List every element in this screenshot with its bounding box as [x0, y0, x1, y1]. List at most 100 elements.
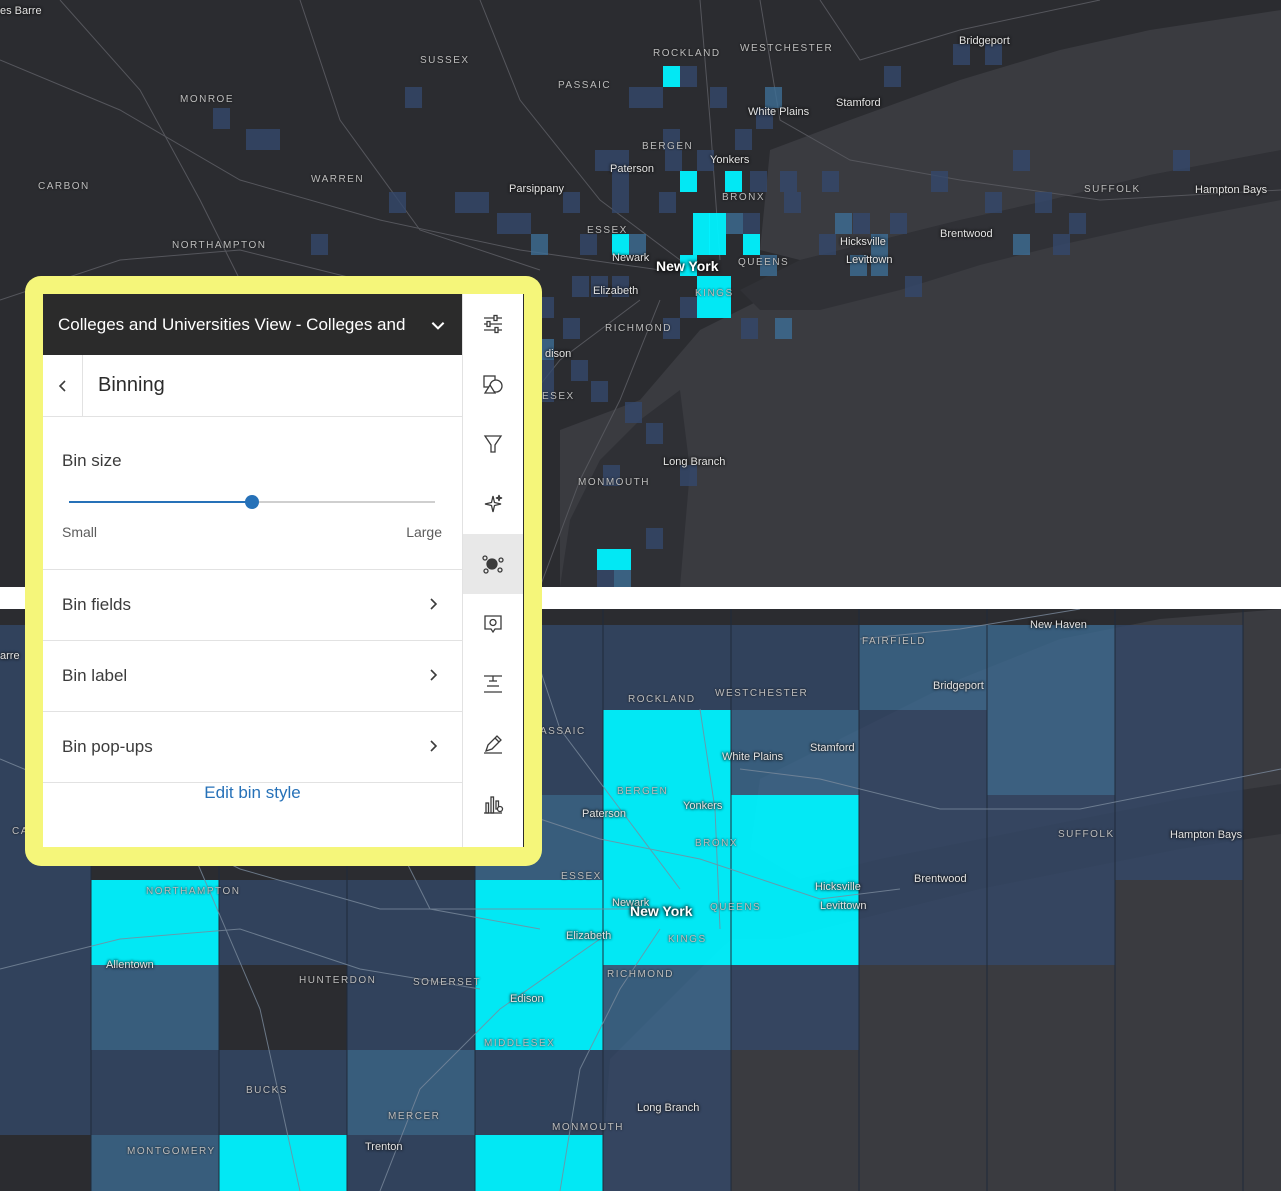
bin [663, 318, 680, 339]
panel-title: Binning [98, 374, 165, 396]
labels-icon [484, 675, 502, 693]
bin [741, 318, 758, 339]
layer-toolbar [462, 294, 524, 847]
bin [663, 66, 680, 87]
bin [603, 1050, 731, 1135]
bin-label-row[interactable]: Bin label [43, 641, 462, 712]
bin-size-slider[interactable] [69, 495, 435, 509]
bin [347, 1050, 475, 1135]
bin [731, 880, 859, 965]
bin [597, 570, 614, 587]
bin [680, 255, 697, 276]
bin [756, 108, 773, 129]
bin [714, 276, 731, 297]
bin [871, 255, 888, 276]
bin [1173, 150, 1190, 171]
bin [663, 129, 680, 150]
bin [603, 710, 731, 795]
bin [987, 710, 1115, 795]
edit-bin-style-link[interactable]: Edit bin style [43, 783, 462, 803]
bin [580, 234, 597, 255]
bin [859, 795, 987, 880]
road [59, 0, 261, 321]
bin [871, 234, 888, 255]
bin [985, 44, 1002, 65]
bin [775, 318, 792, 339]
bin [405, 87, 422, 108]
bin [697, 276, 714, 297]
bin [91, 1050, 219, 1135]
bin-popups-row[interactable]: Bin pop-ups [43, 712, 462, 783]
bin [1013, 150, 1030, 171]
back-button[interactable] [43, 355, 83, 416]
bin [1053, 234, 1070, 255]
chevron-right-icon [430, 669, 438, 681]
properties-button[interactable] [463, 294, 523, 354]
bin [731, 795, 859, 880]
bin [1115, 710, 1243, 795]
bin [347, 1135, 475, 1191]
bin-label-label: Bin label [62, 666, 128, 685]
bin [472, 192, 489, 213]
bin-fields-label: Bin fields [62, 595, 131, 614]
bin [680, 171, 697, 192]
popups-button[interactable] [463, 594, 523, 654]
bin [612, 234, 629, 255]
bin [475, 1135, 603, 1191]
bin [905, 276, 922, 297]
bin [1115, 795, 1243, 880]
bin [822, 171, 839, 192]
bin [614, 570, 631, 587]
bin [987, 880, 1115, 965]
bin [219, 880, 347, 965]
bin [731, 965, 859, 1050]
chevron-down-icon [431, 321, 445, 330]
aggregation-button[interactable] [463, 534, 523, 594]
effects-button[interactable] [463, 474, 523, 534]
layer-selector[interactable]: Colleges and Universities View - College… [43, 294, 462, 355]
chevron-right-icon [430, 598, 438, 610]
bin [629, 87, 646, 108]
bin [987, 795, 1115, 880]
bin [531, 234, 548, 255]
bin [765, 87, 782, 108]
bin [680, 297, 697, 318]
bin [91, 880, 219, 965]
sketch-button[interactable] [463, 714, 523, 774]
bin [1013, 234, 1030, 255]
bin [725, 171, 742, 192]
bin [591, 276, 608, 297]
charts-button[interactable] [463, 774, 523, 834]
slider-thumb[interactable] [245, 495, 259, 509]
bin [646, 423, 663, 444]
bin [246, 129, 263, 150]
bin [563, 318, 580, 339]
bin [726, 213, 743, 234]
bin [219, 1135, 347, 1191]
bin-size-label: Bin size [62, 451, 122, 470]
bin [646, 528, 663, 549]
bin [603, 795, 731, 880]
bin [760, 255, 777, 276]
bin-fields-row[interactable]: Bin fields [43, 570, 462, 641]
bin [819, 234, 836, 255]
bin [850, 255, 867, 276]
bin [91, 1135, 219, 1191]
layer-title: Colleges and Universities View - College… [58, 314, 406, 334]
bin [953, 44, 970, 65]
popups-icon [484, 615, 502, 634]
filter-button[interactable] [463, 414, 523, 474]
slider-min-label: Small [62, 524, 98, 540]
bin [697, 150, 714, 171]
bin [743, 234, 760, 255]
labels-button[interactable] [463, 654, 523, 714]
bin [612, 171, 629, 192]
bin [743, 213, 760, 234]
bin [1035, 192, 1052, 213]
bin [603, 625, 731, 710]
bin [731, 710, 859, 795]
bin [475, 1050, 603, 1135]
styles-button[interactable] [463, 354, 523, 414]
bin [612, 276, 629, 297]
bin [859, 710, 987, 795]
